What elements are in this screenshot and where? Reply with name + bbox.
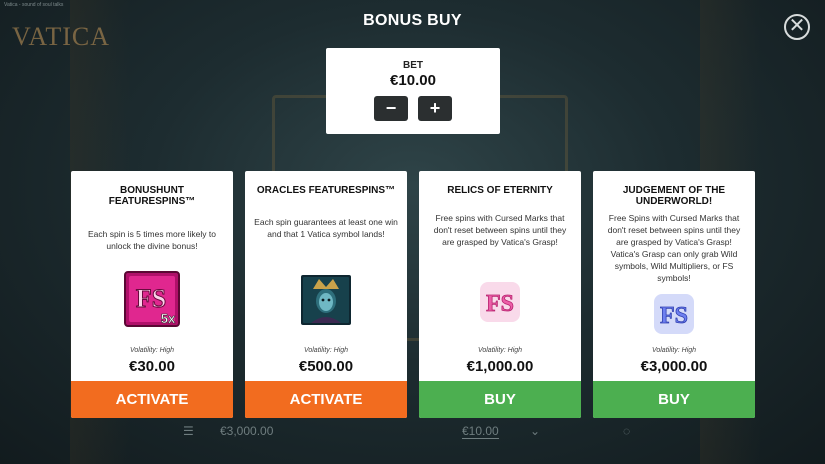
svg-text:FS: FS bbox=[136, 284, 166, 313]
card-title: JUDGEMENT OF THE UNDERWORLD! bbox=[622, 185, 726, 207]
menu-icon[interactable]: ☰ bbox=[183, 424, 194, 438]
svg-text:FS: FS bbox=[660, 303, 688, 329]
bet-label: BET bbox=[403, 60, 423, 71]
bottom-bet-value: €10.00 bbox=[462, 424, 499, 439]
fs-pink-icon: FS bbox=[477, 279, 523, 330]
card-description: Each spin guarantees at least one win an… bbox=[254, 217, 398, 239]
card-description: Free spins with Cursed Marks that don't … bbox=[433, 213, 567, 247]
card-title: BONUSHUNT FEATURESPINS™ bbox=[108, 185, 196, 207]
page-title: BONUS BUY bbox=[363, 12, 462, 29]
bet-panel: BET €10.00 − + bbox=[326, 48, 500, 134]
card-price: €3,000.00 bbox=[640, 358, 708, 375]
card-price: €1,000.00 bbox=[466, 358, 534, 375]
svg-text:FS: FS bbox=[486, 291, 514, 317]
bonus-card-relics: RELICS OF ETERNITY Free spins with Curse… bbox=[419, 171, 581, 418]
balance-value: €3,000.00 bbox=[220, 424, 274, 438]
card-title: ORACLES FEATURESPINS™ bbox=[256, 185, 396, 196]
chevron-down-icon[interactable]: ⌄ bbox=[530, 424, 540, 438]
volatility-label: Volatility: High bbox=[303, 347, 349, 354]
card-description: Each spin is 5 times more likely to unlo… bbox=[87, 229, 217, 251]
buy-button[interactable]: BUY bbox=[593, 381, 755, 418]
fs-5x-icon: FS 5x bbox=[124, 271, 180, 332]
close-icon: ✕ bbox=[788, 15, 806, 37]
card-price: €500.00 bbox=[298, 358, 354, 375]
close-button[interactable]: ✕ bbox=[784, 14, 810, 40]
svg-text:5x: 5x bbox=[161, 311, 176, 326]
bonus-card-judgement: JUDGEMENT OF THE UNDERWORLD! Free Spins … bbox=[593, 171, 755, 418]
bet-decrease-button[interactable]: − bbox=[374, 96, 408, 121]
card-title: RELICS OF ETERNITY bbox=[447, 185, 553, 196]
fs-blue-icon: FS bbox=[651, 291, 697, 342]
volatility-label: Volatility: High bbox=[129, 347, 175, 354]
bet-value: €10.00 bbox=[390, 72, 436, 89]
bonus-card-oracles: ORACLES FEATURESPINS™ Each spin guarante… bbox=[245, 171, 407, 418]
card-price: €30.00 bbox=[129, 358, 175, 375]
card-description: Free Spins with Cursed Marks that don't … bbox=[607, 213, 741, 283]
buy-button[interactable]: BUY bbox=[419, 381, 581, 418]
activate-button[interactable]: ACTIVATE bbox=[245, 381, 407, 418]
bonus-card-bonushunt: BONUSHUNT FEATURESPINS™ Each spin is 5 t… bbox=[71, 171, 233, 418]
settings-icon[interactable]: ◌ bbox=[623, 424, 630, 438]
volatility-label: Volatility: High bbox=[651, 347, 697, 354]
activate-button[interactable]: ACTIVATE bbox=[71, 381, 233, 418]
volatility-label: Volatility: High bbox=[477, 347, 523, 354]
top-left-caption: Vatica - sound of soul talks bbox=[4, 2, 64, 8]
bet-increase-button[interactable]: + bbox=[418, 96, 452, 121]
vatica-portrait-icon bbox=[301, 275, 351, 330]
